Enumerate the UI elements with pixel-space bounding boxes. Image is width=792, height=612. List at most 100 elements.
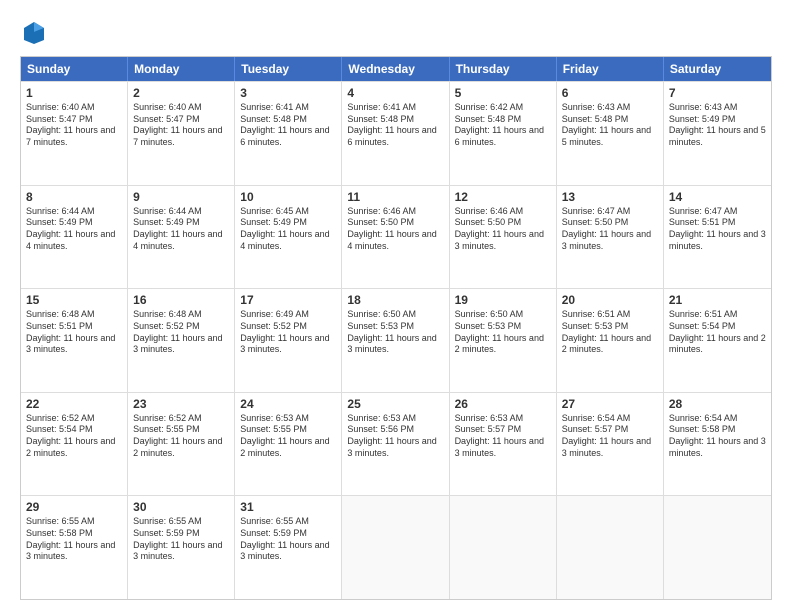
- cal-cell: 25 Sunrise: 6:53 AMSunset: 5:56 PMDaylig…: [342, 393, 449, 496]
- day-number: 9: [133, 190, 229, 204]
- cal-cell: 16 Sunrise: 6:48 AMSunset: 5:52 PMDaylig…: [128, 289, 235, 392]
- cell-info: Sunrise: 6:54 AMSunset: 5:58 PMDaylight:…: [669, 413, 766, 458]
- day-number: 28: [669, 397, 766, 411]
- cell-info: Sunrise: 6:47 AMSunset: 5:50 PMDaylight:…: [562, 206, 651, 251]
- cell-info: Sunrise: 6:43 AMSunset: 5:49 PMDaylight:…: [669, 102, 766, 147]
- header-monday: Monday: [128, 57, 235, 81]
- cal-cell: 6 Sunrise: 6:43 AMSunset: 5:48 PMDayligh…: [557, 82, 664, 185]
- cal-cell: 4 Sunrise: 6:41 AMSunset: 5:48 PMDayligh…: [342, 82, 449, 185]
- cell-info: Sunrise: 6:52 AMSunset: 5:55 PMDaylight:…: [133, 413, 222, 458]
- cell-info: Sunrise: 6:41 AMSunset: 5:48 PMDaylight:…: [240, 102, 329, 147]
- cell-info: Sunrise: 6:49 AMSunset: 5:52 PMDaylight:…: [240, 309, 329, 354]
- cell-info: Sunrise: 6:47 AMSunset: 5:51 PMDaylight:…: [669, 206, 766, 251]
- cell-info: Sunrise: 6:44 AMSunset: 5:49 PMDaylight:…: [133, 206, 222, 251]
- cell-info: Sunrise: 6:44 AMSunset: 5:49 PMDaylight:…: [26, 206, 115, 251]
- cal-cell: 9 Sunrise: 6:44 AMSunset: 5:49 PMDayligh…: [128, 186, 235, 289]
- cell-info: Sunrise: 6:53 AMSunset: 5:55 PMDaylight:…: [240, 413, 329, 458]
- header-sunday: Sunday: [21, 57, 128, 81]
- logo: [20, 18, 52, 46]
- calendar-header: Sunday Monday Tuesday Wednesday Thursday…: [21, 57, 771, 81]
- cell-info: Sunrise: 6:48 AMSunset: 5:52 PMDaylight:…: [133, 309, 222, 354]
- day-number: 29: [26, 500, 122, 514]
- cell-info: Sunrise: 6:45 AMSunset: 5:49 PMDaylight:…: [240, 206, 329, 251]
- week-3: 22 Sunrise: 6:52 AMSunset: 5:54 PMDaylig…: [21, 392, 771, 496]
- cal-cell: 14 Sunrise: 6:47 AMSunset: 5:51 PMDaylig…: [664, 186, 771, 289]
- day-number: 19: [455, 293, 551, 307]
- cal-cell: 8 Sunrise: 6:44 AMSunset: 5:49 PMDayligh…: [21, 186, 128, 289]
- header-saturday: Saturday: [664, 57, 771, 81]
- cell-info: Sunrise: 6:40 AMSunset: 5:47 PMDaylight:…: [26, 102, 115, 147]
- cal-cell: 17 Sunrise: 6:49 AMSunset: 5:52 PMDaylig…: [235, 289, 342, 392]
- week-4: 29 Sunrise: 6:55 AMSunset: 5:58 PMDaylig…: [21, 495, 771, 599]
- day-number: 14: [669, 190, 766, 204]
- day-number: 15: [26, 293, 122, 307]
- cal-cell: 31 Sunrise: 6:55 AMSunset: 5:59 PMDaylig…: [235, 496, 342, 599]
- cell-info: Sunrise: 6:48 AMSunset: 5:51 PMDaylight:…: [26, 309, 115, 354]
- cell-info: Sunrise: 6:55 AMSunset: 5:58 PMDaylight:…: [26, 516, 115, 561]
- cell-info: Sunrise: 6:55 AMSunset: 5:59 PMDaylight:…: [240, 516, 329, 561]
- cell-info: Sunrise: 6:55 AMSunset: 5:59 PMDaylight:…: [133, 516, 222, 561]
- cal-cell: [450, 496, 557, 599]
- cell-info: Sunrise: 6:52 AMSunset: 5:54 PMDaylight:…: [26, 413, 115, 458]
- cal-cell: 24 Sunrise: 6:53 AMSunset: 5:55 PMDaylig…: [235, 393, 342, 496]
- cal-cell: 20 Sunrise: 6:51 AMSunset: 5:53 PMDaylig…: [557, 289, 664, 392]
- cal-cell: [342, 496, 449, 599]
- cal-cell: 2 Sunrise: 6:40 AMSunset: 5:47 PMDayligh…: [128, 82, 235, 185]
- cell-info: Sunrise: 6:53 AMSunset: 5:57 PMDaylight:…: [455, 413, 544, 458]
- cal-cell: 27 Sunrise: 6:54 AMSunset: 5:57 PMDaylig…: [557, 393, 664, 496]
- cell-info: Sunrise: 6:42 AMSunset: 5:48 PMDaylight:…: [455, 102, 544, 147]
- logo-icon: [20, 18, 48, 46]
- day-number: 24: [240, 397, 336, 411]
- day-number: 11: [347, 190, 443, 204]
- day-number: 2: [133, 86, 229, 100]
- cal-cell: 12 Sunrise: 6:46 AMSunset: 5:50 PMDaylig…: [450, 186, 557, 289]
- cal-cell: [664, 496, 771, 599]
- day-number: 8: [26, 190, 122, 204]
- cal-cell: 10 Sunrise: 6:45 AMSunset: 5:49 PMDaylig…: [235, 186, 342, 289]
- day-number: 18: [347, 293, 443, 307]
- day-number: 25: [347, 397, 443, 411]
- cell-info: Sunrise: 6:51 AMSunset: 5:54 PMDaylight:…: [669, 309, 766, 354]
- week-0: 1 Sunrise: 6:40 AMSunset: 5:47 PMDayligh…: [21, 81, 771, 185]
- cell-info: Sunrise: 6:46 AMSunset: 5:50 PMDaylight:…: [347, 206, 436, 251]
- day-number: 3: [240, 86, 336, 100]
- cal-cell: 30 Sunrise: 6:55 AMSunset: 5:59 PMDaylig…: [128, 496, 235, 599]
- cell-info: Sunrise: 6:40 AMSunset: 5:47 PMDaylight:…: [133, 102, 222, 147]
- cal-cell: 11 Sunrise: 6:46 AMSunset: 5:50 PMDaylig…: [342, 186, 449, 289]
- cal-cell: 1 Sunrise: 6:40 AMSunset: 5:47 PMDayligh…: [21, 82, 128, 185]
- header: [20, 18, 772, 46]
- cell-info: Sunrise: 6:53 AMSunset: 5:56 PMDaylight:…: [347, 413, 436, 458]
- week-2: 15 Sunrise: 6:48 AMSunset: 5:51 PMDaylig…: [21, 288, 771, 392]
- day-number: 5: [455, 86, 551, 100]
- cal-cell: 21 Sunrise: 6:51 AMSunset: 5:54 PMDaylig…: [664, 289, 771, 392]
- day-number: 4: [347, 86, 443, 100]
- cal-cell: [557, 496, 664, 599]
- cell-info: Sunrise: 6:41 AMSunset: 5:48 PMDaylight:…: [347, 102, 436, 147]
- cal-cell: 3 Sunrise: 6:41 AMSunset: 5:48 PMDayligh…: [235, 82, 342, 185]
- cell-info: Sunrise: 6:50 AMSunset: 5:53 PMDaylight:…: [347, 309, 436, 354]
- calendar-body: 1 Sunrise: 6:40 AMSunset: 5:47 PMDayligh…: [21, 81, 771, 599]
- day-number: 12: [455, 190, 551, 204]
- day-number: 22: [26, 397, 122, 411]
- header-wednesday: Wednesday: [342, 57, 449, 81]
- day-number: 26: [455, 397, 551, 411]
- day-number: 23: [133, 397, 229, 411]
- day-number: 20: [562, 293, 658, 307]
- day-number: 21: [669, 293, 766, 307]
- cal-cell: 18 Sunrise: 6:50 AMSunset: 5:53 PMDaylig…: [342, 289, 449, 392]
- cal-cell: 22 Sunrise: 6:52 AMSunset: 5:54 PMDaylig…: [21, 393, 128, 496]
- day-number: 16: [133, 293, 229, 307]
- cell-info: Sunrise: 6:50 AMSunset: 5:53 PMDaylight:…: [455, 309, 544, 354]
- day-number: 7: [669, 86, 766, 100]
- day-number: 30: [133, 500, 229, 514]
- header-thursday: Thursday: [450, 57, 557, 81]
- day-number: 13: [562, 190, 658, 204]
- cell-info: Sunrise: 6:43 AMSunset: 5:48 PMDaylight:…: [562, 102, 651, 147]
- header-tuesday: Tuesday: [235, 57, 342, 81]
- cal-cell: 19 Sunrise: 6:50 AMSunset: 5:53 PMDaylig…: [450, 289, 557, 392]
- cell-info: Sunrise: 6:46 AMSunset: 5:50 PMDaylight:…: [455, 206, 544, 251]
- day-number: 27: [562, 397, 658, 411]
- cell-info: Sunrise: 6:51 AMSunset: 5:53 PMDaylight:…: [562, 309, 651, 354]
- cal-cell: 23 Sunrise: 6:52 AMSunset: 5:55 PMDaylig…: [128, 393, 235, 496]
- cal-cell: 13 Sunrise: 6:47 AMSunset: 5:50 PMDaylig…: [557, 186, 664, 289]
